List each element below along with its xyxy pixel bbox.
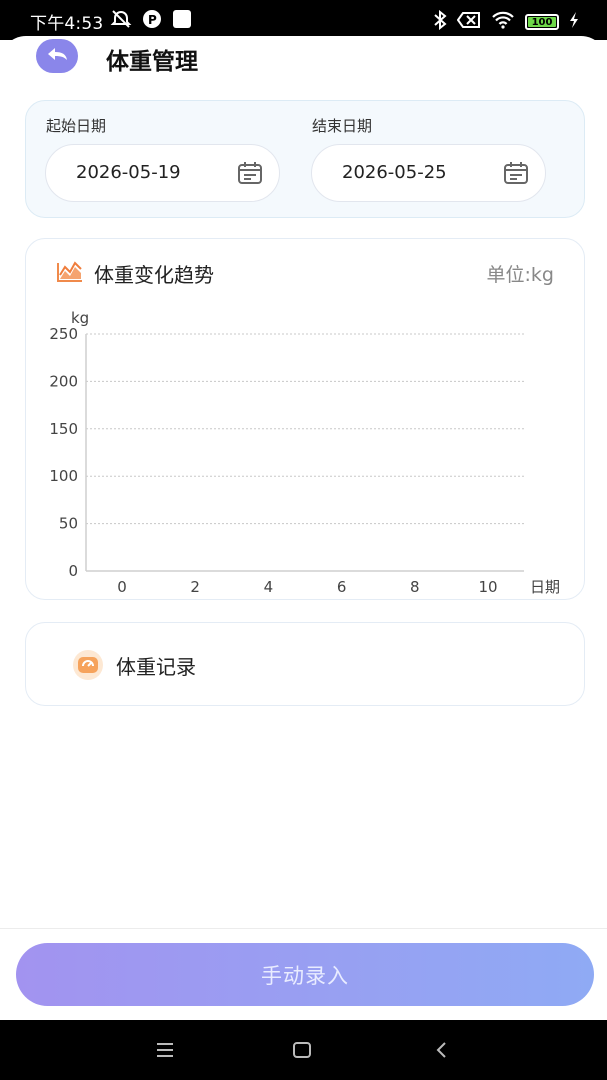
back-arrow-icon <box>45 45 69 67</box>
alarm-off-icon <box>110 9 132 33</box>
app-icon: P <box>142 9 162 33</box>
end-date-picker[interactable]: 2026-05-25 <box>311 144 546 202</box>
y-tick-label: 100 <box>49 467 78 485</box>
home-icon[interactable] <box>292 1040 312 1064</box>
y-tick-label: 50 <box>59 515 78 533</box>
y-tick-label: 200 <box>49 372 78 390</box>
end-date-value: 2026-05-25 <box>342 162 447 183</box>
page-title: 体重管理 <box>106 49 198 75</box>
x-tick-label: 8 <box>410 578 420 596</box>
wifi-icon <box>491 11 515 33</box>
y-tick-label: 0 <box>68 562 78 580</box>
weight-record-card[interactable]: 体重记录 <box>25 622 585 706</box>
status-time: 下午4:53 <box>30 14 104 34</box>
start-date-picker[interactable]: 2026-05-19 <box>45 144 280 202</box>
back-icon[interactable] <box>432 1040 452 1064</box>
start-date-value: 2026-05-19 <box>76 162 181 183</box>
svg-text:P: P <box>148 13 157 27</box>
status-bar: 下午4:53 P 100 <box>0 0 607 40</box>
battery-icon: 100 <box>525 14 559 30</box>
charging-icon <box>569 11 579 33</box>
record-title: 体重记录 <box>116 655 196 679</box>
battery-level: 100 <box>531 16 553 28</box>
bottom-action-bar: 手动录入 <box>0 928 607 1020</box>
menu-icon[interactable] <box>155 1040 175 1064</box>
scale-icon <box>72 649 104 685</box>
x-tick-label: 4 <box>264 578 274 596</box>
y-tick-label: 150 <box>49 420 78 438</box>
manual-entry-label: 手动录入 <box>261 963 349 988</box>
x-tick-label: 10 <box>478 578 497 596</box>
x-tick-label: 2 <box>190 578 200 596</box>
back-button[interactable] <box>36 39 78 73</box>
x-tick-label: 0 <box>117 578 127 596</box>
square-icon <box>172 9 192 33</box>
system-nav-bar <box>0 1020 607 1080</box>
app-screen: 体重管理 起始日期 2026-05-19 结束日期 2026-05-25 体重变… <box>0 36 607 1020</box>
y-tick-label: 250 <box>49 325 78 343</box>
x-axis-label: 日期 <box>530 578 560 596</box>
calendar-icon <box>503 161 529 189</box>
x-tick-label: 6 <box>337 578 347 596</box>
weight-chart: kg2502001501005000 2 4 6 8 10 日期 <box>49 309 560 596</box>
end-date-label: 结束日期 <box>312 117 373 135</box>
bluetooth-icon <box>433 9 447 34</box>
weight-trend-card: 体重变化趋势 单位:kg kg 250 200 150 100 50 0 0 2 4 6 8 10 日期 <box>25 238 585 600</box>
sim-off-icon <box>456 11 481 33</box>
calendar-icon <box>237 161 263 189</box>
date-range-card: 起始日期 2026-05-19 结束日期 2026-05-25 <box>25 100 585 218</box>
start-date-label: 起始日期 <box>46 117 107 135</box>
manual-entry-button[interactable]: 手动录入 <box>16 943 594 1006</box>
